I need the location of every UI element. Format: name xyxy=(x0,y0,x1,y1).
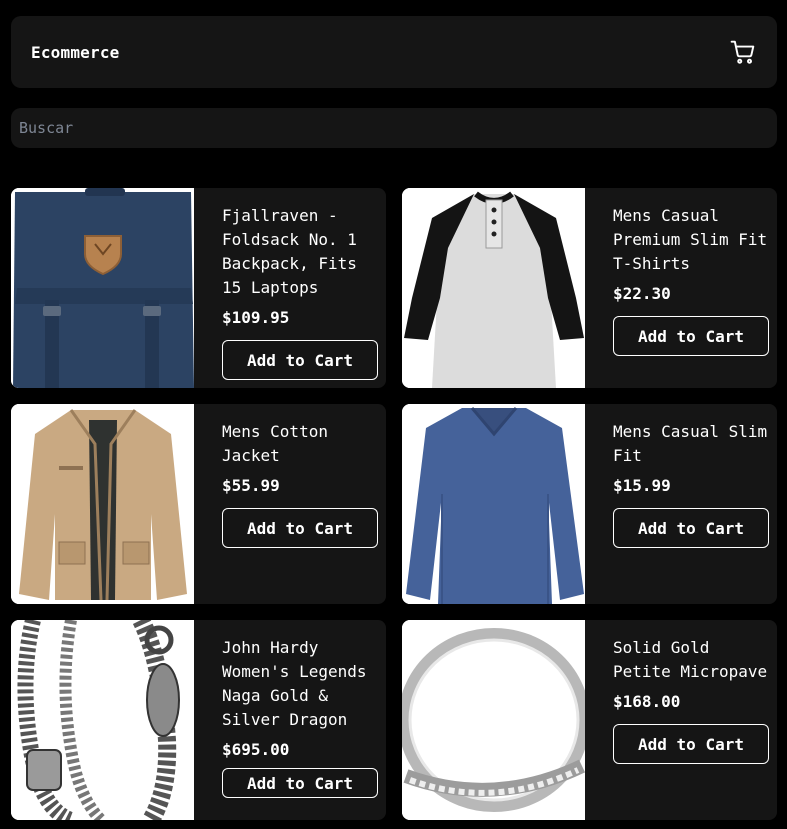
product-info: Solid Gold Petite Micropave $168.00 Add … xyxy=(613,636,773,812)
product-price: $168.00 xyxy=(613,692,681,711)
product-info: Mens Casual Premium Slim Fit T-Shirts $2… xyxy=(613,204,773,380)
product-card: John Hardy Women's Legends Naga Gold & S… xyxy=(11,620,386,820)
product-image xyxy=(11,620,194,820)
jacket-image xyxy=(11,404,194,604)
product-price: $695.00 xyxy=(222,740,290,759)
product-card: Mens Casual Slim Fit $15.99 Add to Cart xyxy=(402,404,777,604)
cart-button[interactable] xyxy=(729,38,757,66)
product-price: $109.95 xyxy=(222,308,290,327)
product-info: Fjallraven - Foldsack No. 1 Backpack, Fi… xyxy=(222,204,382,380)
search-input[interactable] xyxy=(11,108,777,148)
bracelet-image xyxy=(11,620,194,820)
product-price: $15.99 xyxy=(613,476,671,495)
product-card: Fjallraven - Foldsack No. 1 Backpack, Fi… xyxy=(11,188,386,388)
app-title: Ecommerce xyxy=(31,42,120,62)
long-sleeve-shirt-image xyxy=(402,404,585,604)
raglan-shirt-image xyxy=(402,188,585,388)
product-image xyxy=(402,188,585,388)
add-to-cart-button[interactable]: Add to Cart xyxy=(222,508,378,548)
product-name: John Hardy Women's Legends Naga Gold & S… xyxy=(222,638,367,729)
add-to-cart-button[interactable]: Add to Cart xyxy=(613,508,769,548)
product-info: Mens Casual Slim Fit $15.99 Add to Cart xyxy=(613,420,773,596)
ecommerce-page: Ecommerce Buscar Fjallraven - Foldsack N… xyxy=(0,0,787,829)
product-card: Mens Casual Premium Slim Fit T-Shirts $2… xyxy=(402,188,777,388)
product-name: Fjallraven - Foldsack No. 1 Backpack, Fi… xyxy=(222,206,357,297)
product-price: $55.99 xyxy=(222,476,280,495)
product-name: Mens Casual Slim Fit xyxy=(613,422,768,465)
product-image xyxy=(402,404,585,604)
add-to-cart-button[interactable]: Add to Cart xyxy=(222,340,378,380)
product-image xyxy=(11,188,194,388)
product-card: Mens Cotton Jacket $55.99 Add to Cart xyxy=(11,404,386,604)
product-info: John Hardy Women's Legends Naga Gold & S… xyxy=(222,636,382,812)
product-name: Mens Casual Premium Slim Fit T-Shirts xyxy=(613,206,768,273)
product-image xyxy=(402,620,585,820)
product-info: Mens Cotton Jacket $55.99 Add to Cart xyxy=(222,420,382,596)
product-name: Solid Gold Petite Micropave xyxy=(613,638,768,681)
shopping-cart-icon xyxy=(730,40,755,64)
ring-image xyxy=(402,620,585,820)
add-to-cart-button[interactable]: Add to Cart xyxy=(613,724,769,764)
add-to-cart-button[interactable]: Add to Cart xyxy=(613,316,769,356)
app-header: Ecommerce xyxy=(11,16,777,88)
product-name: Mens Cotton Jacket xyxy=(222,422,328,465)
backpack-image xyxy=(11,188,194,388)
product-card: Solid Gold Petite Micropave $168.00 Add … xyxy=(402,620,777,820)
product-image xyxy=(11,404,194,604)
product-price: $22.30 xyxy=(613,284,671,303)
add-to-cart-button[interactable]: Add to Cart xyxy=(222,768,378,798)
